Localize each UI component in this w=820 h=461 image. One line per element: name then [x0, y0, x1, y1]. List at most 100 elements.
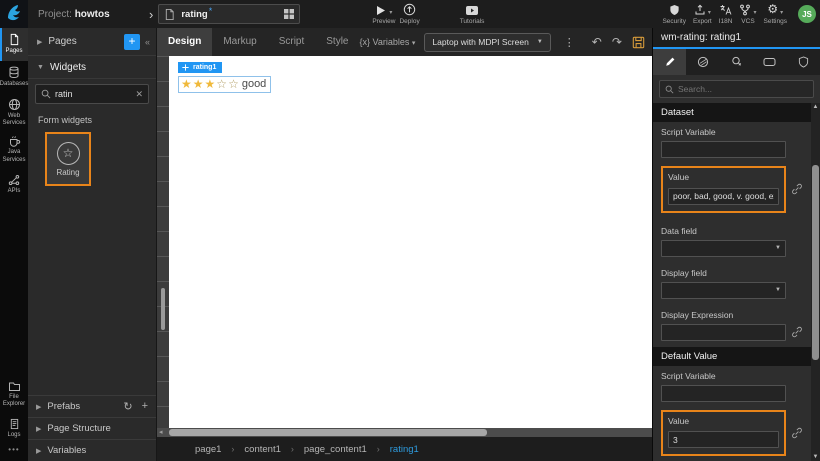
tab-device[interactable]: [753, 49, 786, 75]
widget-search-input[interactable]: [55, 89, 131, 99]
add-page-button[interactable]: +: [124, 34, 140, 50]
display-expression-input[interactable]: [661, 324, 786, 341]
tab-markup[interactable]: Markup: [212, 28, 267, 56]
scroll-up-arrow-icon[interactable]: ▲: [813, 103, 819, 111]
clear-search-icon[interactable]: ✕: [135, 89, 143, 100]
variables-dropdown[interactable]: {x} Variables ▾: [360, 37, 416, 47]
rail-item-logs[interactable]: Logs: [0, 412, 28, 445]
redo-button[interactable]: ↷: [612, 36, 622, 48]
deploy-button[interactable]: Deploy: [399, 4, 419, 25]
tab-design[interactable]: Design: [157, 28, 212, 56]
rating-stars: ★★★☆☆: [181, 78, 239, 90]
properties-fields: Dataset Script Variable Value: [653, 103, 811, 461]
tab-style[interactable]: Style: [315, 28, 359, 56]
properties-scrollbar-thumb[interactable]: [812, 165, 819, 360]
branch-icon: [739, 4, 751, 16]
breadcrumb-page1[interactable]: page1: [195, 444, 221, 455]
star-icon[interactable]: ☆: [216, 78, 227, 90]
scroll-left-arrow-icon[interactable]: ◂: [159, 428, 163, 437]
rating-widget-instance[interactable]: rating1 ★★★☆☆ good: [178, 58, 271, 93]
undo-button[interactable]: ↶: [592, 36, 602, 48]
add-prefab-icon[interactable]: +: [142, 400, 148, 413]
export-button[interactable]: ▾ Export: [693, 4, 712, 25]
canvas-horizontal-scrollbar-thumb[interactable]: [169, 429, 487, 436]
star-circle-icon: ☆: [57, 142, 80, 165]
breadcrumb-page-content1[interactable]: page_content1: [304, 444, 367, 455]
rail-item-databases[interactable]: Databases: [0, 61, 28, 94]
pages-section-header[interactable]: ▶ Pages + «: [28, 28, 156, 56]
prefabs-section-header[interactable]: ▶ Prefabs ↻ +: [28, 395, 156, 417]
project-name: Project: howtos: [38, 9, 144, 20]
refresh-icon[interactable]: ↻: [123, 400, 132, 413]
breadcrumb-content1[interactable]: content1: [244, 444, 280, 455]
floppy-save-icon: [632, 36, 645, 49]
user-avatar[interactable]: JS: [798, 5, 816, 23]
shield-icon: [669, 4, 680, 16]
star-icon[interactable]: ★: [181, 78, 192, 90]
search-icon: [41, 89, 51, 99]
default-value-input[interactable]: [668, 431, 779, 448]
tutorials-button[interactable]: Tutorials: [460, 4, 485, 25]
tab-styles[interactable]: [686, 49, 719, 75]
breadcrumb-separator: ›: [377, 444, 380, 454]
collapse-left-panel-button[interactable]: «: [145, 37, 150, 47]
rail-overflow-menu[interactable]: •••: [0, 445, 28, 461]
canvas-vertical-scrollbar-thumb[interactable]: [161, 288, 165, 330]
tab-properties[interactable]: [653, 49, 686, 75]
grid-view-icon[interactable]: [284, 9, 294, 19]
device-selector[interactable]: Laptop with MDPI Screen▼: [424, 33, 550, 52]
widgets-section-header[interactable]: ▼ Widgets: [28, 56, 156, 79]
rating-widget-tile[interactable]: ☆ Rating: [45, 132, 91, 186]
video-icon: [465, 5, 479, 16]
star-icon[interactable]: ★: [205, 78, 216, 90]
device-icon: [763, 57, 776, 67]
tab-script[interactable]: Script: [268, 28, 316, 56]
tab-security[interactable]: [787, 49, 820, 75]
breadcrumb-rating1[interactable]: rating1: [390, 444, 419, 455]
widget-selection-label[interactable]: rating1: [178, 62, 222, 73]
canvas-horizontal-scrollbar[interactable]: ◂: [157, 428, 652, 437]
bind-link-icon[interactable]: [791, 183, 803, 195]
chevron-down-icon: ▾: [412, 40, 416, 47]
file-tab-rating[interactable]: rating*: [158, 4, 300, 24]
display-field-select[interactable]: ▼: [661, 282, 786, 299]
more-options-icon[interactable]: ⋮: [564, 36, 575, 49]
dataset-value-input[interactable]: [668, 188, 779, 205]
breadcrumb-chevron-icon: ›: [149, 7, 153, 22]
bind-link-icon[interactable]: [791, 427, 803, 439]
unsaved-marker: *: [209, 6, 213, 16]
security-button[interactable]: Security: [662, 4, 685, 25]
tab-inspect[interactable]: [720, 49, 753, 75]
export-icon: [694, 4, 706, 16]
properties-scrollbar[interactable]: ▲ ▼: [811, 103, 820, 461]
default-script-variable-input[interactable]: [661, 385, 786, 402]
script-variable-input[interactable]: [661, 141, 786, 158]
rail-item-pages[interactable]: Pages: [0, 28, 28, 61]
page-structure-section-header[interactable]: ▶ Page Structure: [28, 417, 156, 439]
rating-widget-body[interactable]: ★★★☆☆ good: [178, 76, 271, 93]
i18n-button[interactable]: I18N: [719, 4, 733, 25]
settings-button[interactable]: ⚙▾ Settings: [764, 4, 788, 25]
bind-link-icon[interactable]: [791, 326, 803, 338]
rail-item-file-explorer[interactable]: File Explorer: [0, 377, 28, 412]
star-icon[interactable]: ★: [193, 78, 204, 90]
dropdown-arrow-icon: ▼: [775, 245, 781, 251]
properties-search-input[interactable]: [678, 84, 808, 94]
rail-item-java-services[interactable]: Java Services: [0, 131, 28, 167]
rail-item-apis[interactable]: APIs: [0, 168, 28, 201]
rating-caption: good: [242, 78, 266, 90]
save-button[interactable]: [632, 36, 645, 49]
design-canvas[interactable]: rating1 ★★★☆☆ good: [169, 56, 652, 428]
star-icon[interactable]: ☆: [228, 78, 239, 90]
wavemaker-logo[interactable]: [0, 0, 28, 28]
data-field-select[interactable]: ▼: [661, 240, 786, 257]
vcs-button[interactable]: ▾ VCS: [739, 4, 756, 25]
canvas-area: Design Markup Script Style {x} Variables…: [157, 28, 652, 461]
move-icon: [182, 64, 189, 71]
gear-icon: ⚙: [767, 2, 778, 16]
variables-section-header[interactable]: ▶ Variables: [28, 439, 156, 461]
preview-button[interactable]: ▾ Preview: [372, 4, 395, 25]
chevron-down-icon: ▾: [753, 9, 756, 16]
rail-item-web-services[interactable]: Web Services: [0, 94, 28, 131]
scroll-down-arrow-icon[interactable]: ▼: [813, 453, 819, 461]
